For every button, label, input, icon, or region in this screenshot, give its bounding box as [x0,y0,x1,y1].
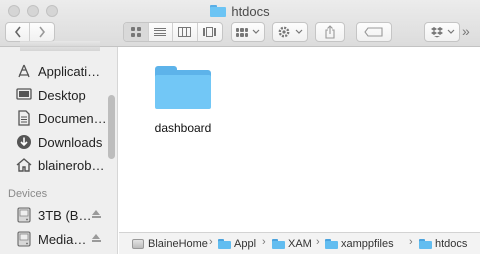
cover-flow-button[interactable] [198,23,222,41]
folder-icon [210,5,227,17]
desktop-icon [16,87,32,103]
chevron-down-icon [447,29,454,34]
sidebar-section-devices: Devices [8,188,48,200]
grid-icon [130,27,141,37]
path-separator: › [409,236,413,248]
hard-drive-icon [16,231,32,247]
path-crumb-label: htdocs [435,238,468,250]
window-title-label: htdocs [231,3,270,19]
toolbar: htdocs » [0,0,480,47]
eject-icon[interactable] [92,210,101,219]
sidebar-item-label: Media… [38,231,87,247]
chevron-left-icon [14,26,21,38]
sidebar-scrollbar[interactable] [108,95,115,159]
path-crumb[interactable]: Appl [218,237,258,251]
toolbar-overflow-button[interactable]: » [462,23,470,39]
sidebar-item-downloads[interactable]: Downloads [0,131,118,153]
folder-icon [218,239,231,249]
folder-name: dashboard [154,121,212,135]
home-icon [16,157,32,173]
sidebar-item-documents[interactable]: Documen… [0,107,118,129]
sidebar-item-label: Applicati… [38,63,101,79]
sidebar-item-device-media[interactable]: Media… [0,228,118,250]
tag-button[interactable] [356,22,392,42]
sidebar: Applicati… Desktop Documen… Downloads bl [0,41,118,254]
sidebar-item-device-3tb[interactable]: 3TB (B… [0,204,118,226]
eject-icon[interactable] [92,234,101,243]
path-separator: › [262,236,266,248]
sidebar-item-label: Desktop [38,87,86,103]
path-crumb[interactable]: XAM [272,237,312,251]
window-title: htdocs [0,2,480,20]
tag-icon [364,27,383,37]
sidebar-item-applications[interactable]: Applicati… [0,60,118,82]
action-button[interactable] [272,22,308,42]
hard-drive-icon [16,207,32,223]
list-icon [154,27,167,37]
sidebar-item-label: Documen… [38,110,107,126]
back-button[interactable] [6,23,31,41]
cover-flow-icon [202,27,217,37]
navigation-buttons [5,22,55,42]
finder-window: htdocs » Applicati… Desktop Documen… Dow… [0,0,480,254]
sidebar-item-label: blainerob… [38,157,105,173]
download-icon [16,134,32,150]
sidebar-clipped-item [20,41,100,51]
applications-icon [16,63,32,79]
sidebar-item-label: 3TB (B… [38,207,92,223]
file-browser: dashboard [119,47,480,232]
share-button[interactable] [315,22,345,42]
columns-icon [178,27,192,37]
folder-icon [325,239,338,249]
path-bar: BlaineHome › Appl › XAM › xamppfiles › h… [119,232,480,254]
path-separator: › [316,236,320,248]
path-crumb-label: XAM [288,238,312,250]
dropbox-icon [430,27,443,38]
document-icon [16,110,32,126]
hard-drive-icon [132,239,144,249]
path-crumb[interactable]: htdocs [419,237,479,251]
list-view-button[interactable] [149,23,173,41]
sidebar-item-home[interactable]: blainerob… [0,154,118,176]
path-crumb[interactable]: xamppfiles [325,237,405,251]
chevron-down-icon [252,29,260,34]
path-crumb-label: BlaineHome [148,238,208,250]
chevron-down-icon [295,29,303,34]
forward-button[interactable] [30,23,54,41]
sidebar-item-label: Downloads [38,134,103,150]
chevron-right-icon [39,26,46,38]
dropbox-button[interactable] [424,22,460,42]
folder-icon [419,239,432,249]
folder-icon [155,66,211,110]
arrange-button[interactable] [231,22,265,42]
folder-icon [272,239,285,249]
gear-icon [278,26,290,38]
view-mode-control [123,22,223,42]
path-separator: › [209,236,213,248]
path-crumb-label: Appl [234,238,257,250]
share-icon [325,25,335,39]
icon-view-button[interactable] [124,23,149,41]
arrange-grid-icon [236,27,248,37]
column-view-button[interactable] [173,23,198,41]
sidebar-item-desktop[interactable]: Desktop [0,84,118,106]
path-crumb-label: xamppfiles [341,238,394,250]
